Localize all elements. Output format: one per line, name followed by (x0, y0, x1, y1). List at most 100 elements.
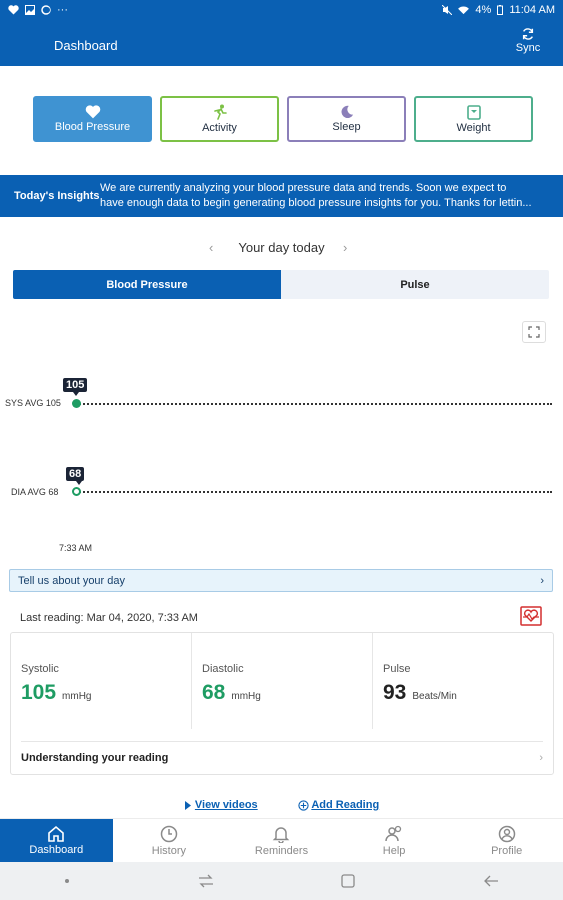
battery-icon (497, 5, 504, 15)
previous-day-button[interactable]: ‹ (209, 240, 213, 255)
cast-icon (41, 5, 51, 15)
view-videos-label: View videos (194, 799, 258, 811)
expand-chart-button[interactable] (522, 321, 546, 343)
diastolic-average-line (76, 491, 552, 493)
help-people-icon (385, 825, 402, 841)
nav-profile[interactable]: Profile (450, 819, 563, 862)
recents-icon[interactable] (198, 874, 214, 888)
category-activity[interactable]: Activity (160, 96, 279, 142)
understanding-reading-link[interactable]: Understanding your reading › (21, 741, 543, 764)
systolic-reading: Systolic 105 mmHg (11, 633, 191, 729)
diastolic-unit: mmHg (231, 691, 261, 702)
tab-blood-pressure[interactable]: Blood Pressure (13, 270, 281, 299)
nav-label: Dashboard (29, 844, 84, 856)
bell-icon (273, 826, 290, 843)
nav-label: Reminders (254, 844, 309, 857)
profile-icon (498, 825, 515, 842)
insights-banner[interactable]: Today's Insights We are currently analyz… (0, 175, 563, 217)
chevron-right-icon: › (540, 574, 544, 587)
readings-card: Systolic 105 mmHg Diastolic 68 mmHg Puls… (10, 632, 554, 775)
tab-pulse[interactable]: Pulse (281, 270, 549, 299)
metric-tabs: Blood Pressure Pulse (13, 270, 549, 299)
page-title: Dashboard (54, 38, 118, 53)
nav-reminders[interactable]: Reminders (225, 819, 338, 862)
systolic-point[interactable] (72, 399, 81, 408)
last-reading-text: Last reading: Mar 04, 2020, 7:33 AM (20, 612, 198, 624)
add-reading-link[interactable]: Add Reading (298, 799, 380, 811)
insights-label: Today's Insights (14, 190, 100, 202)
diastolic-point[interactable] (72, 487, 81, 496)
dot-icon[interactable] (64, 878, 70, 884)
app-bar: Dashboard Sync (0, 20, 563, 66)
plus-circle-icon (298, 799, 309, 811)
more-dots-icon: ··· (57, 4, 68, 16)
nav-help[interactable]: Help (338, 819, 451, 862)
sync-icon (522, 28, 534, 40)
diastolic-value: 68 (202, 681, 226, 704)
tell-us-label: Tell us about your day (18, 574, 126, 587)
pulse-reading: Pulse 93 Beats/Min (372, 633, 553, 729)
status-bar: ··· 4% 11:04 AM (0, 0, 563, 20)
bottom-navigation: Dashboard History Reminders Help Profile (0, 818, 563, 862)
diastolic-label: Diastolic (202, 663, 244, 675)
diastolic-value-bubble: 68 (66, 467, 85, 485)
play-icon (184, 800, 191, 810)
nav-label: Help (382, 844, 406, 857)
pulse-value: 93 (383, 681, 407, 704)
clock-icon (160, 825, 178, 842)
mute-icon (442, 5, 453, 15)
view-videos-link[interactable]: View videos (184, 799, 258, 811)
category-label: Blood Pressure (54, 121, 131, 133)
add-reading-label: Add Reading (311, 799, 380, 811)
pulse-label: Pulse (383, 663, 411, 675)
system-navigation-bar (0, 862, 563, 900)
expand-icon (528, 326, 540, 338)
nav-label: Profile (491, 844, 523, 857)
heart-icon (8, 5, 19, 15)
home-button-icon[interactable] (341, 874, 356, 888)
systolic-average-line (76, 403, 552, 405)
runner-icon (213, 104, 227, 120)
systolic-value-bubble: 105 (63, 378, 88, 396)
tell-us-about-day-button[interactable]: Tell us about your day › (9, 569, 553, 592)
systolic-unit: mmHg (62, 691, 92, 702)
home-icon (48, 825, 65, 842)
category-label: Sleep (332, 121, 361, 133)
insights-line: have enough data to begin generating blo… (100, 197, 532, 209)
day-navigator: ‹ Your day today › (0, 240, 563, 255)
understanding-label: Understanding your reading (21, 752, 169, 764)
category-blood-pressure[interactable]: Blood Pressure (33, 96, 152, 142)
wifi-icon (458, 5, 470, 14)
image-icon (25, 5, 35, 15)
action-links: View videos Add Reading (0, 799, 563, 811)
systolic-average-label: SYS AVG 105 (5, 398, 61, 408)
category-sleep[interactable]: Sleep (287, 96, 406, 142)
category-selector: Blood Pressure Activity Sleep Weight (33, 96, 533, 142)
insights-text: We are currently analyzing your blood pr… (100, 181, 563, 211)
heart-icon (85, 105, 100, 119)
heart-monitor-icon[interactable] (520, 606, 542, 631)
sync-button[interactable]: Sync (513, 27, 543, 54)
nav-dashboard[interactable]: Dashboard (0, 819, 113, 862)
diastolic-average-label: DIA AVG 68 (11, 487, 59, 497)
next-day-button[interactable]: › (343, 240, 347, 255)
moon-icon (341, 105, 353, 119)
chevron-right-icon: › (539, 752, 543, 764)
pulse-unit: Beats/Min (412, 691, 457, 702)
systolic-label: Systolic (21, 663, 59, 675)
nav-history[interactable]: History (113, 819, 226, 862)
category-label: Weight (456, 121, 491, 134)
back-icon[interactable] (483, 874, 499, 888)
scale-icon (466, 104, 481, 120)
clock: 11:04 AM (509, 4, 555, 16)
insights-line: We are currently analyzing your blood pr… (100, 182, 507, 194)
day-title: Your day today (238, 240, 325, 255)
diastolic-reading: Diastolic 68 mmHg (191, 633, 372, 729)
sync-label: Sync (515, 42, 541, 54)
category-label: Activity (202, 122, 237, 134)
nav-label: History (151, 844, 186, 857)
category-weight[interactable]: Weight (414, 96, 533, 142)
battery-percent: 4% (475, 4, 492, 16)
time-axis-label: 7:33 AM (59, 543, 93, 553)
systolic-value: 105 (21, 681, 57, 704)
